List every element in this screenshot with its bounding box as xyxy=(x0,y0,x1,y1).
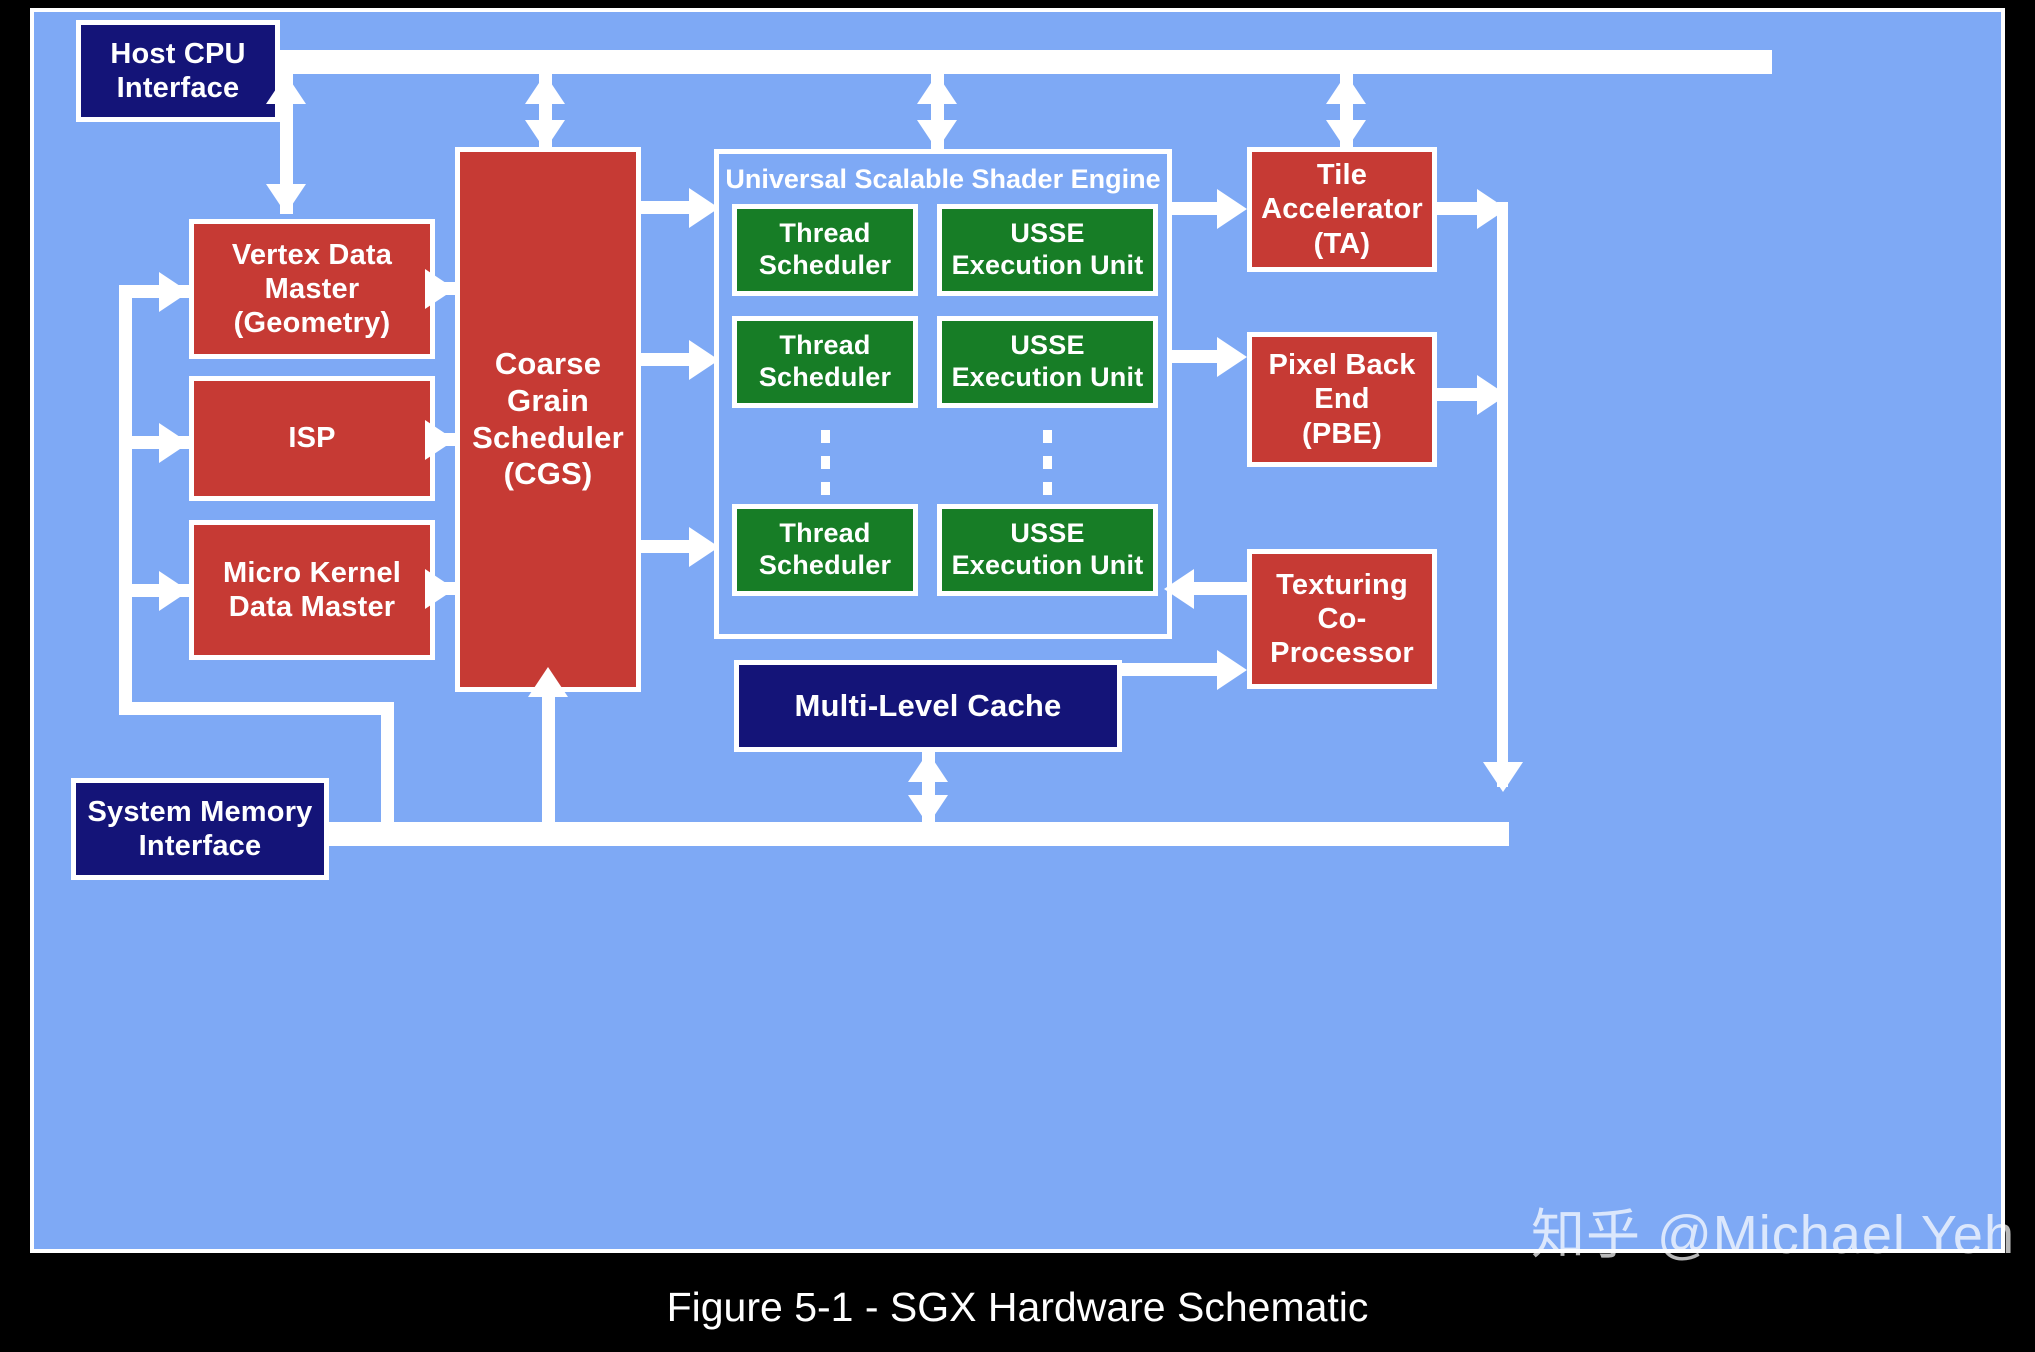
connector-hostcpu-to-vdm-arrow-down xyxy=(266,184,306,214)
left-feeder-elbow-horizontal xyxy=(119,702,394,715)
block-pixel-back-end[interactable]: Pixel Back End (PBE) xyxy=(1247,332,1437,467)
bottom-bus-line xyxy=(299,822,1509,846)
usse-continuation-dots-left xyxy=(821,430,830,510)
usse-row-execution-unit[interactable]: USSE Execution Unit xyxy=(937,204,1158,296)
block-host-cpu-interface[interactable]: Host CPU Interface xyxy=(76,20,280,122)
usse-continuation-dots-right xyxy=(1043,430,1052,510)
block-tile-accelerator[interactable]: Tile Accelerator (TA) xyxy=(1247,147,1437,272)
connector-texcp-to-usse-arrow xyxy=(1164,569,1194,609)
connector-bus-to-usse-arrow-down xyxy=(917,120,957,150)
block-isp[interactable]: ISP xyxy=(189,376,435,501)
left-feeder-vertical xyxy=(119,285,132,715)
connector-bus-to-cgs-arrow-down xyxy=(525,120,565,150)
connector-cache-to-texcp-line xyxy=(1122,663,1232,676)
connector-bottombus-to-cgs-line xyxy=(542,692,555,822)
block-micro-kernel-data-master[interactable]: Micro Kernel Data Master xyxy=(189,520,435,660)
connector-texcp-to-usse-line xyxy=(1194,582,1252,595)
connector-isp-to-cgs-arrow xyxy=(425,420,455,460)
connector-bus-to-ta-arrow-up xyxy=(1326,74,1366,104)
usse-row-thread-scheduler[interactable]: Thread Scheduler xyxy=(732,204,918,296)
usse-row-execution-unit[interactable]: USSE Execution Unit xyxy=(937,504,1158,596)
arrow-into-micro-kernel-data-master xyxy=(159,571,189,611)
block-texturing-co-processor[interactable]: Texturing Co- Processor xyxy=(1247,549,1437,689)
connector-cache-to-texcp-arrow xyxy=(1217,650,1247,690)
right-rail-arrow-down xyxy=(1483,762,1523,792)
diagram-canvas: Host CPU Interface Vertex Data Master (G… xyxy=(30,8,2005,1253)
connector-bus-to-cgs-arrow-up xyxy=(525,74,565,104)
arrow-into-isp xyxy=(159,423,189,463)
left-feeder-elbow-vertical xyxy=(381,702,394,822)
connector-hostcpu-to-vdm-arrow-up xyxy=(266,74,306,104)
connector-usse-to-ta-arrow xyxy=(1217,189,1247,229)
block-vertex-data-master[interactable]: Vertex Data Master (Geometry) xyxy=(189,219,435,359)
usse-row-thread-scheduler[interactable]: Thread Scheduler xyxy=(732,316,918,408)
connector-bus-to-ta-arrow-down xyxy=(1326,120,1366,150)
top-bus-line xyxy=(266,50,1772,74)
block-coarse-grain-scheduler[interactable]: Coarse Grain Scheduler (CGS) xyxy=(455,147,641,692)
usse-group-title: Universal Scalable Shader Engine xyxy=(725,164,1161,194)
arrow-into-vertex-data-master xyxy=(159,272,189,312)
schematic-root: Host CPU Interface Vertex Data Master (G… xyxy=(0,0,2035,1352)
connector-bottombus-to-cgs-arrow xyxy=(528,667,568,697)
figure-caption: Figure 5-1 - SGX Hardware Schematic xyxy=(0,1262,2035,1352)
usse-row-thread-scheduler[interactable]: Thread Scheduler xyxy=(732,504,918,596)
right-rail-vertical xyxy=(1497,202,1508,787)
connector-vdm-to-cgs-arrow xyxy=(425,269,455,309)
connector-cache-to-bottombus-arrow-up xyxy=(908,752,948,782)
usse-row-execution-unit[interactable]: USSE Execution Unit xyxy=(937,316,1158,408)
block-system-memory-interface[interactable]: System Memory Interface xyxy=(71,778,329,880)
connector-cache-to-bottombus-arrow-down xyxy=(908,795,948,825)
connector-mkdm-to-cgs-arrow xyxy=(425,569,455,609)
connector-bus-to-usse-arrow-up xyxy=(917,74,957,104)
block-multi-level-cache[interactable]: Multi-Level Cache xyxy=(734,660,1122,752)
connector-usse-to-pbe-arrow xyxy=(1217,337,1247,377)
